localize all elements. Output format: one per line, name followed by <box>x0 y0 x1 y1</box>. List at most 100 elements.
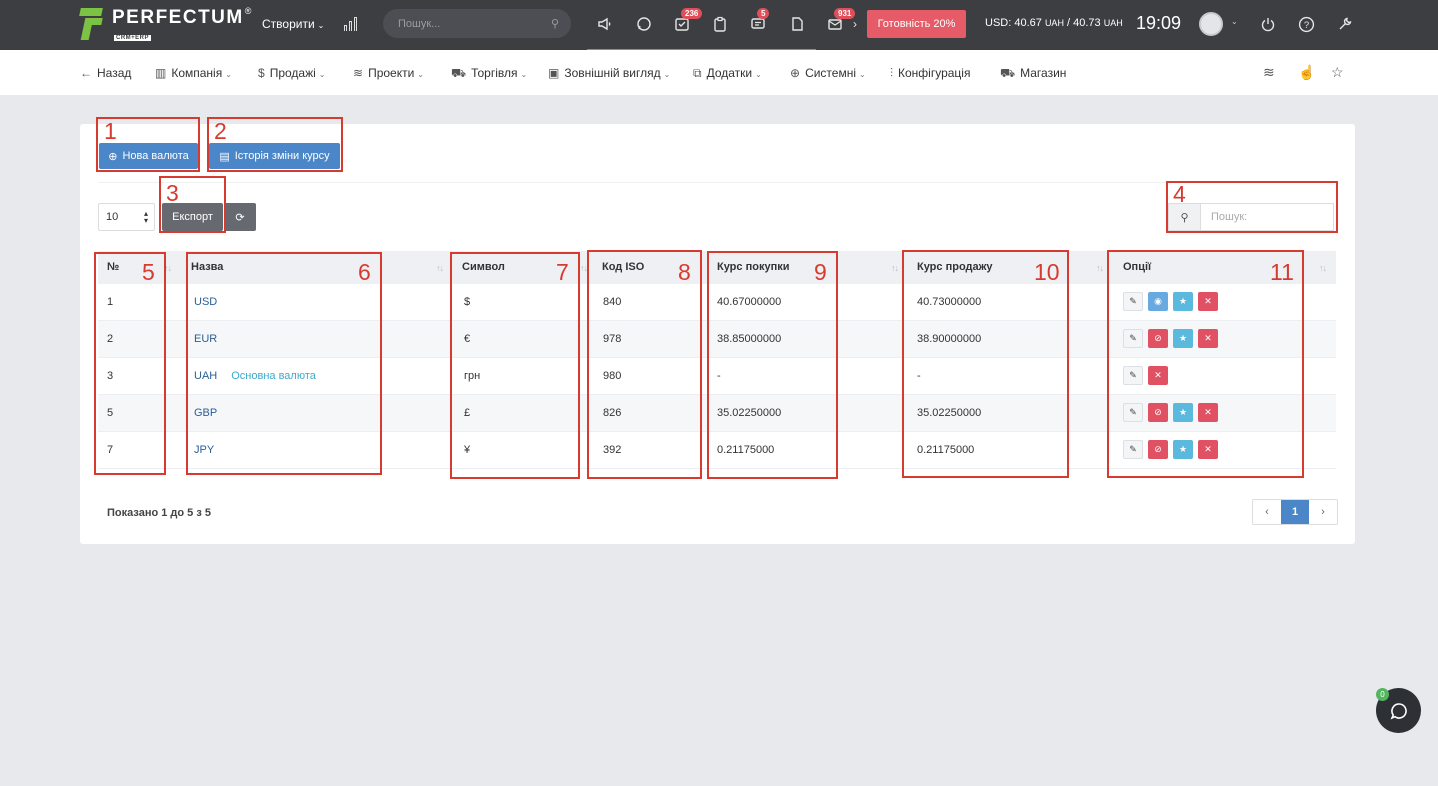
chevron-down-icon: ⌄ <box>318 70 326 79</box>
annotation-box <box>186 252 382 475</box>
arrow-left-icon: ← <box>80 66 92 80</box>
page-length-value: 10 <box>106 211 119 223</box>
nav-shop[interactable]: ⛟ Магазин <box>1000 66 1066 82</box>
help-icon[interactable]: ? <box>1296 14 1316 34</box>
copy-icon: ⧉ <box>693 66 702 80</box>
messages-icon[interactable]: 5 <box>748 8 770 34</box>
nav-projects[interactable]: ≋ Проекти ⌄ <box>353 66 424 80</box>
select-arrows-icon: ▴ ▾ <box>143 209 148 225</box>
dollar-icon: $ <box>258 66 265 80</box>
top-search-input[interactable] <box>398 17 538 30</box>
svg-text:?: ? <box>1303 20 1308 31</box>
clock: 19:09 <box>1136 13 1182 33</box>
nav-system[interactable]: ⊕ Системні ⌄ <box>790 66 866 80</box>
annotation-label: 11 <box>1270 259 1294 285</box>
layers-icon[interactable]: ≋ <box>1263 64 1275 81</box>
annotation-box <box>450 252 580 479</box>
tasks-badge: 236 <box>681 8 703 19</box>
nav-back-label: Назад <box>97 66 132 80</box>
logo-reg: ® <box>244 6 252 16</box>
annotation-box <box>1166 181 1338 233</box>
annotation-label: 7 <box>556 259 569 285</box>
rate-unit-2: UAH <box>1103 18 1123 28</box>
main-nav: ← Назад ▥ Компанія ⌄ $ Продажі ⌄ ≋ Проекти ⌄ ⛟ Т… <box>0 50 1438 95</box>
exchange-rate: USD: 40.67 UAH / 40.73 UAH <box>985 17 1123 29</box>
mail-icon[interactable]: 931 <box>825 8 856 34</box>
chevron-down-icon: ⌄ <box>859 70 866 79</box>
annotation-label: 2 <box>214 118 227 144</box>
sort-icon[interactable]: ↑↓ <box>1096 263 1104 273</box>
chevron-down-icon: ⌄ <box>317 21 325 30</box>
nav-shop-label: Магазин <box>1020 66 1067 80</box>
nav-addons-label: Додатки <box>706 66 753 80</box>
top-search-box: ⚲ <box>383 9 571 38</box>
nav-config-label: Конфігурація <box>898 66 971 80</box>
annotation-box <box>94 252 166 475</box>
sort-icon[interactable]: ↑↓ <box>891 263 899 273</box>
chevron-down-icon: ⌄ <box>225 70 232 79</box>
wrench-icon[interactable] <box>1335 14 1355 34</box>
page-button[interactable]: 1 <box>1281 500 1309 524</box>
annotation-label: 10 <box>1034 259 1060 285</box>
cart-icon: ⛟ <box>451 66 467 80</box>
chart-icon[interactable] <box>344 15 360 31</box>
nav-sales[interactable]: $ Продажі ⌄ <box>258 66 325 80</box>
annotation-label: 1 <box>104 118 117 144</box>
chevron-down-icon: ⌄ <box>755 70 762 79</box>
annotation-label: 9 <box>814 259 827 285</box>
sort-icon[interactable]: ↑↓ <box>436 263 444 273</box>
divider <box>98 182 1336 183</box>
nav-appearance-label: Зовнішній вигляд <box>564 66 661 80</box>
nav-trade[interactable]: ⛟ Торгівля ⌄ <box>451 66 527 82</box>
layers-icon: ≋ <box>353 66 364 80</box>
create-button[interactable]: Створити ⌄ <box>262 17 324 31</box>
logo-name: PERFECTUM <box>112 7 244 28</box>
nav-addons[interactable]: ⧉ Додатки ⌄ <box>693 66 762 81</box>
chat-icon[interactable] <box>634 14 654 34</box>
pagination: ‹ 1 › <box>1252 499 1338 525</box>
shopping-cart-icon: ⛟ <box>1000 66 1016 80</box>
next-page-button[interactable]: › <box>1309 500 1337 524</box>
nav-company[interactable]: ▥ Компанія ⌄ <box>155 66 232 80</box>
annotation-label: 8 <box>678 259 691 285</box>
chevron-right-icon[interactable]: › <box>845 14 865 34</box>
annotation-label: 5 <box>142 259 155 285</box>
nav-system-label: Системні <box>805 66 857 80</box>
sliders-icon: ⫶ <box>890 66 894 80</box>
annotation-label: 3 <box>166 180 179 206</box>
nav-config[interactable]: ⫶ Конфігурація <box>890 66 970 81</box>
tasks-icon[interactable]: 236 <box>672 8 703 34</box>
document-icon[interactable] <box>787 14 807 34</box>
rate-unit-1: UAH <box>1044 18 1064 28</box>
annotation-box <box>707 251 838 479</box>
chat-badge: 0 <box>1376 688 1389 701</box>
clipboard-icon[interactable] <box>710 14 730 34</box>
prev-page-button[interactable]: ‹ <box>1253 500 1281 524</box>
image-icon: ▣ <box>548 66 560 80</box>
hand-icon[interactable]: ☝ <box>1298 64 1315 81</box>
readiness-button[interactable]: Готовність 20% <box>867 10 966 38</box>
nav-appearance[interactable]: ▣ Зовнішній вигляд ⌄ <box>548 66 670 80</box>
top-bar: PERFECTUM CRM+ERP ® Створити⌄ ⚲ 236 5 93… <box>0 0 1438 50</box>
chevron-down-icon[interactable]: ⌄ <box>1231 17 1238 26</box>
nav-company-label: Компанія <box>171 66 223 80</box>
nav-trade-label: Торгівля <box>471 66 518 80</box>
globe-icon: ⊕ <box>790 66 801 80</box>
annotation-box <box>207 117 343 172</box>
sort-icon[interactable]: ↑↓ <box>580 263 588 273</box>
logo-sub: CRM+ERP <box>114 35 152 41</box>
search-icon[interactable]: ⚲ <box>551 17 559 30</box>
logo[interactable]: PERFECTUM CRM+ERP ® <box>79 6 252 42</box>
sort-icon[interactable]: ↑↓ <box>1319 263 1327 273</box>
rate-sep: / 40.73 <box>1063 17 1101 29</box>
megaphone-icon[interactable] <box>595 14 615 34</box>
chevron-down-icon: ⌄ <box>520 70 528 79</box>
chevron-down-icon: ⌄ <box>663 70 671 79</box>
nav-back[interactable]: ← Назад <box>80 66 131 80</box>
rate-prefix: USD: 40.67 <box>985 17 1042 29</box>
avatar[interactable] <box>1199 12 1223 36</box>
page-length-select[interactable]: 10 ▴ ▾ <box>98 203 155 231</box>
star-icon[interactable]: ☆ <box>1331 64 1344 81</box>
refresh-button[interactable]: ⟳ <box>224 203 256 231</box>
power-icon[interactable] <box>1258 14 1278 34</box>
